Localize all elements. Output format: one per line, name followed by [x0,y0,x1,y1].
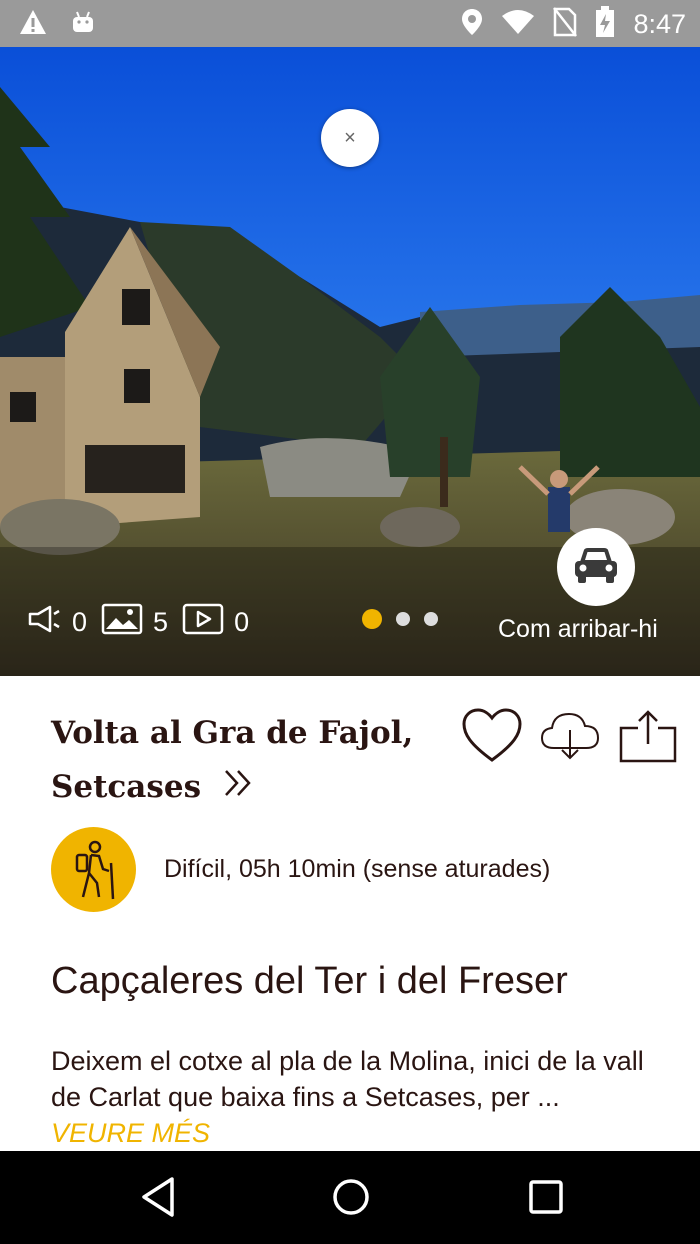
android-icon [70,9,96,40]
heart-icon [462,708,522,762]
video-icon [182,603,224,642]
carousel-dot-3[interactable] [424,612,438,626]
route-title-line2: Setcases [51,769,202,805]
back-triangle-icon [142,1177,174,1217]
back-button[interactable] [138,1175,178,1224]
speaker-icon [26,604,62,641]
battery-charging-icon [595,6,615,43]
download-button[interactable] [540,710,600,767]
video-stat[interactable]: 0 [182,603,249,642]
image-icon [101,603,143,642]
carousel-indicator[interactable] [362,609,438,629]
photo-stat[interactable]: 5 [101,603,168,642]
recents-square-icon [529,1180,563,1214]
route-title-line1: Volta al Gra de Fajol, [51,715,414,751]
directions-button[interactable] [557,528,635,606]
difficulty-text: Difícil, 05h 10min (sense aturades) [164,855,551,883]
location-icon [461,8,483,41]
route-actions [462,708,678,769]
video-count: 0 [234,607,250,637]
hero-image[interactable]: × 0 5 0 Com arribar-hi [0,47,700,676]
close-button[interactable]: × [321,109,379,167]
route-title[interactable]: Volta al Gra de Fajol, Setcases [51,706,451,816]
warning-icon [18,8,48,41]
read-more-link[interactable]: VEURE MÉS [51,1118,210,1148]
photo-count: 5 [153,607,169,637]
audio-stat[interactable]: 0 [26,604,87,641]
carousel-dot-1[interactable] [362,609,382,629]
clock: 8:47 [633,9,686,39]
route-description: Deixem el cotxe al pla de la Molina, ini… [51,1043,651,1151]
status-bar: 8:47 [0,0,700,47]
close-icon: × [344,126,356,149]
media-stats: 0 5 0 [26,603,255,642]
directions-label[interactable]: Com arribar-hi [498,615,658,644]
carousel-dot-2[interactable] [396,612,410,626]
wifi-icon [501,9,535,40]
car-icon [572,546,620,589]
difficulty-row: Difícil, 05h 10min (sense aturades) [51,827,550,912]
hiker-icon [51,827,136,912]
share-button[interactable] [618,708,678,769]
home-circle-icon [333,1179,369,1215]
navigation-bar [0,1151,700,1244]
favorite-button[interactable] [462,708,522,769]
recents-button[interactable] [526,1175,566,1224]
description-text: Deixem el cotxe al pla de la Molina, ini… [51,1046,644,1112]
section-title: Capçaleres del Ter i del Freser [51,960,568,1002]
double-chevron-right-icon[interactable] [222,762,254,816]
audio-count: 0 [72,607,88,637]
no-sim-icon [553,7,578,42]
home-button[interactable] [330,1175,372,1224]
